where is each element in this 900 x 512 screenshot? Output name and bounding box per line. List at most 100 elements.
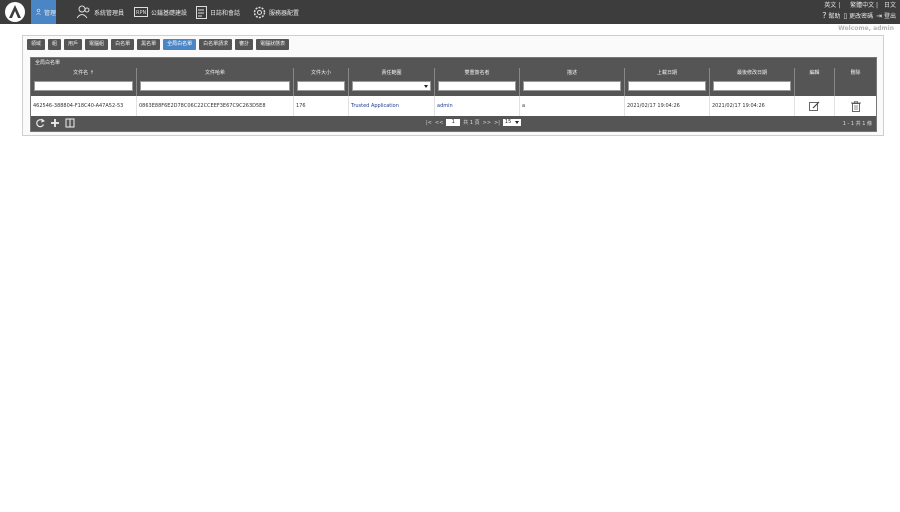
column-delete: 刪除 xyxy=(835,68,876,96)
cell-filename: 462546-388804-F18C40-A47A52-53 xyxy=(31,96,137,116)
grid-toolbar xyxy=(35,118,75,128)
column-edit: 編輯 xyxy=(795,68,835,96)
grid-pager: |< << 1 共 1 頁 >> >| 15 1 - 1 共 1 條 xyxy=(31,116,876,131)
column-header-scope[interactable]: 責任範圍 xyxy=(349,68,434,79)
welcome-message: Welcome, admin xyxy=(838,25,894,32)
edit-icon[interactable] xyxy=(809,101,820,112)
table-row[interactable]: 462546-388804-F18C40-A47A52-53 0863E88F6… xyxy=(31,96,876,116)
tab-computer-status[interactable]: 電腦狀態表 xyxy=(256,39,290,50)
page-count-label: 共 1 頁 xyxy=(463,120,480,126)
nav-item-management[interactable]: 管理 xyxy=(31,0,56,24)
filter-scope-select[interactable] xyxy=(352,81,431,91)
cell-upload-date: 2021/02/17 19:04:26 xyxy=(625,96,710,116)
section-tabs: 領域 組 用戶 電腦組 白名單 黑名單 全局白名單 白名單請求 審計 電腦狀態表 xyxy=(27,39,290,50)
column-modified-date: 最後修改日期 xyxy=(710,68,795,96)
nav-label: 管理 xyxy=(43,9,56,17)
tab-groups[interactable]: 組 xyxy=(48,39,62,50)
column-upload-date: 上載日期 xyxy=(625,68,710,96)
logout-label: 登出 xyxy=(883,13,896,20)
help-link[interactable]: ? 幫助 xyxy=(822,11,840,22)
change-password-link[interactable]: ▯ 更改密碼 xyxy=(843,11,873,22)
last-page-icon[interactable]: >| xyxy=(494,120,500,126)
nav-item-server-config[interactable]: 服務器配置 xyxy=(253,0,299,24)
logout-link[interactable]: ⇥ 登出 xyxy=(876,11,896,22)
cell-delete xyxy=(835,96,876,116)
filter-upload-date-input[interactable] xyxy=(628,81,706,91)
svg-text:RPN: RPN xyxy=(136,10,146,16)
pagination-controls: |< << 1 共 1 頁 >> >| 15 xyxy=(426,119,521,126)
trash-icon[interactable] xyxy=(850,100,861,112)
language-english[interactable]: 英文 xyxy=(824,2,836,9)
column-header-filename[interactable]: 文件名 ↑ xyxy=(31,68,136,79)
filter-modified-date-input[interactable] xyxy=(713,81,791,91)
cell-signer: admin xyxy=(435,96,520,116)
cell-modified-date: 2021/02/17 19:04:26 xyxy=(710,96,795,116)
global-whitelist-grid: 全局白名單 文件名 ↑ 文件哈希 文件大小 責任範圍 雙重簽名者 描述 上載日期… xyxy=(30,57,877,132)
grid-header: 文件名 ↑ 文件哈希 文件大小 責任範圍 雙重簽名者 描述 上載日期 最後修改日… xyxy=(31,68,876,96)
nav-label: 服務器配置 xyxy=(269,9,300,17)
column-filename: 文件名 ↑ xyxy=(31,68,137,96)
nav-label: 系統管理員 xyxy=(94,9,125,17)
column-header-description[interactable]: 描述 xyxy=(520,68,624,79)
user-gear-icon xyxy=(36,8,41,16)
top-right-menu: 英文 | 繁體中文 | 日文 ? 幫助 ▯ 更改密碼 ⇥ 登出 xyxy=(822,1,896,22)
top-navigation-bar: 管理 系統管理員 RPN 公鑰基礎建設 日誌和會話 服務器配置 英文 | 繁體中… xyxy=(0,0,900,24)
tab-computer-groups[interactable]: 電腦組 xyxy=(85,39,109,50)
pki-icon: RPN xyxy=(134,7,148,17)
log-icon xyxy=(196,5,207,19)
nav-label: 日誌和會話 xyxy=(210,9,241,17)
column-header-size[interactable]: 文件大小 xyxy=(294,68,348,79)
nav-item-logs-sessions[interactable]: 日誌和會話 xyxy=(196,0,240,24)
record-summary: 1 - 1 共 1 條 xyxy=(842,121,872,127)
next-page-icon[interactable]: >> xyxy=(483,120,491,126)
prev-page-icon[interactable]: << xyxy=(435,120,443,126)
nav-item-administrators[interactable]: 系統管理員 xyxy=(77,0,124,24)
main-panel: 領域 組 用戶 電腦組 白名單 黑名單 全局白名單 白名單請求 審計 電腦狀態表… xyxy=(22,35,884,136)
language-japanese[interactable]: 日文 xyxy=(884,2,896,9)
language-switcher: 英文 | 繁體中文 | 日文 xyxy=(824,2,896,9)
cell-edit xyxy=(795,96,835,116)
cell-scope: Trusted Application xyxy=(349,96,435,116)
column-header-delete: 刪除 xyxy=(850,70,861,76)
grid-title: 全局白名單 xyxy=(31,58,876,68)
logout-icon: ⇥ xyxy=(876,12,883,20)
page-number-input[interactable]: 1 xyxy=(446,119,461,126)
filter-filename-input[interactable] xyxy=(34,81,133,91)
tab-audit[interactable]: 審計 xyxy=(235,39,254,50)
refresh-icon[interactable] xyxy=(35,118,45,128)
cell-description: a xyxy=(520,96,625,116)
phone-icon: ▯ xyxy=(843,12,848,20)
nav-label: 公鑰基礎建設 xyxy=(151,9,188,17)
add-icon[interactable] xyxy=(50,118,60,128)
column-header-upload-date[interactable]: 上載日期 xyxy=(625,68,709,79)
column-header-hash[interactable]: 文件哈希 xyxy=(137,68,293,79)
column-header-modified-date[interactable]: 最後修改日期 xyxy=(710,68,794,79)
column-signer: 雙重簽名者 xyxy=(435,68,520,96)
cell-size: 176 xyxy=(294,96,349,116)
tab-blacklist[interactable]: 黑名單 xyxy=(137,39,161,50)
tab-domains[interactable]: 領域 xyxy=(27,39,46,50)
users-icon xyxy=(77,5,90,19)
filter-size-input[interactable] xyxy=(297,81,345,91)
column-header-edit: 編輯 xyxy=(809,70,820,76)
column-description: 描述 xyxy=(520,68,625,96)
columns-icon[interactable] xyxy=(65,118,75,128)
cell-hash: 0863E88F6E2D78C06C22CCEEF3E67C9C263D5E8 xyxy=(137,96,294,116)
column-header-signer[interactable]: 雙重簽名者 xyxy=(435,68,519,79)
tab-global-whitelist[interactable]: 全局白名單 xyxy=(163,39,197,50)
column-hash: 文件哈希 xyxy=(137,68,294,96)
filter-signer-input[interactable] xyxy=(438,81,516,91)
tab-whitelist[interactable]: 白名單 xyxy=(111,39,135,50)
language-traditional-chinese[interactable]: 繁體中文 xyxy=(850,2,874,9)
column-scope: 責任範圍 xyxy=(349,68,435,96)
first-page-icon[interactable]: |< xyxy=(426,120,432,126)
tab-users[interactable]: 用戶 xyxy=(64,39,83,50)
filter-description-input[interactable] xyxy=(523,81,621,91)
page-size-select[interactable]: 15 xyxy=(502,119,521,126)
change-password-label: 更改密碼 xyxy=(849,13,874,20)
app-logo-icon[interactable] xyxy=(4,1,26,23)
nav-item-pki[interactable]: RPN 公鑰基礎建設 xyxy=(134,0,187,24)
tab-whitelist-requests[interactable]: 白名單請求 xyxy=(199,39,233,50)
column-size: 文件大小 xyxy=(294,68,349,96)
filter-hash-input[interactable] xyxy=(140,81,290,91)
